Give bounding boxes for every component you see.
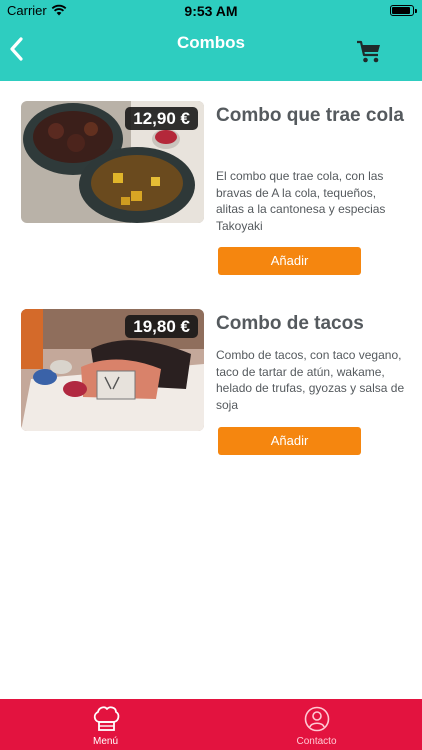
contact-person-icon [304,706,330,732]
chef-hat-icon [93,706,120,731]
product-title: Combo de tacos [216,313,364,334]
tab-menu[interactable]: Menú [0,699,211,750]
battery-icon [390,5,417,16]
product-title: Combo que trae cola [216,105,404,126]
product-image: 19,80 € [21,309,204,431]
tab-label: Contacto [296,736,337,747]
cart-icon[interactable] [356,40,382,64]
price-badge: 12,90 € [125,107,198,130]
add-button[interactable]: Añadir [218,247,361,275]
tab-contact[interactable]: Contacto [211,699,422,750]
price-badge: 19,80 € [125,315,198,338]
tab-label: Menú [92,736,118,747]
add-button[interactable]: Añadir [218,427,361,455]
product-image: 12,90 € [21,101,204,223]
status-bar: Carrier 9:53 AM [0,0,422,22]
product-description: Combo de tacos, con taco vegano, taco de… [216,348,405,412]
product-description: El combo que trae cola, con las bravas d… [216,169,386,233]
header: Carrier 9:53 AM Combos [0,0,422,81]
tab-bar: Menú Contacto [0,699,422,750]
status-time: 9:53 AM [184,3,238,19]
